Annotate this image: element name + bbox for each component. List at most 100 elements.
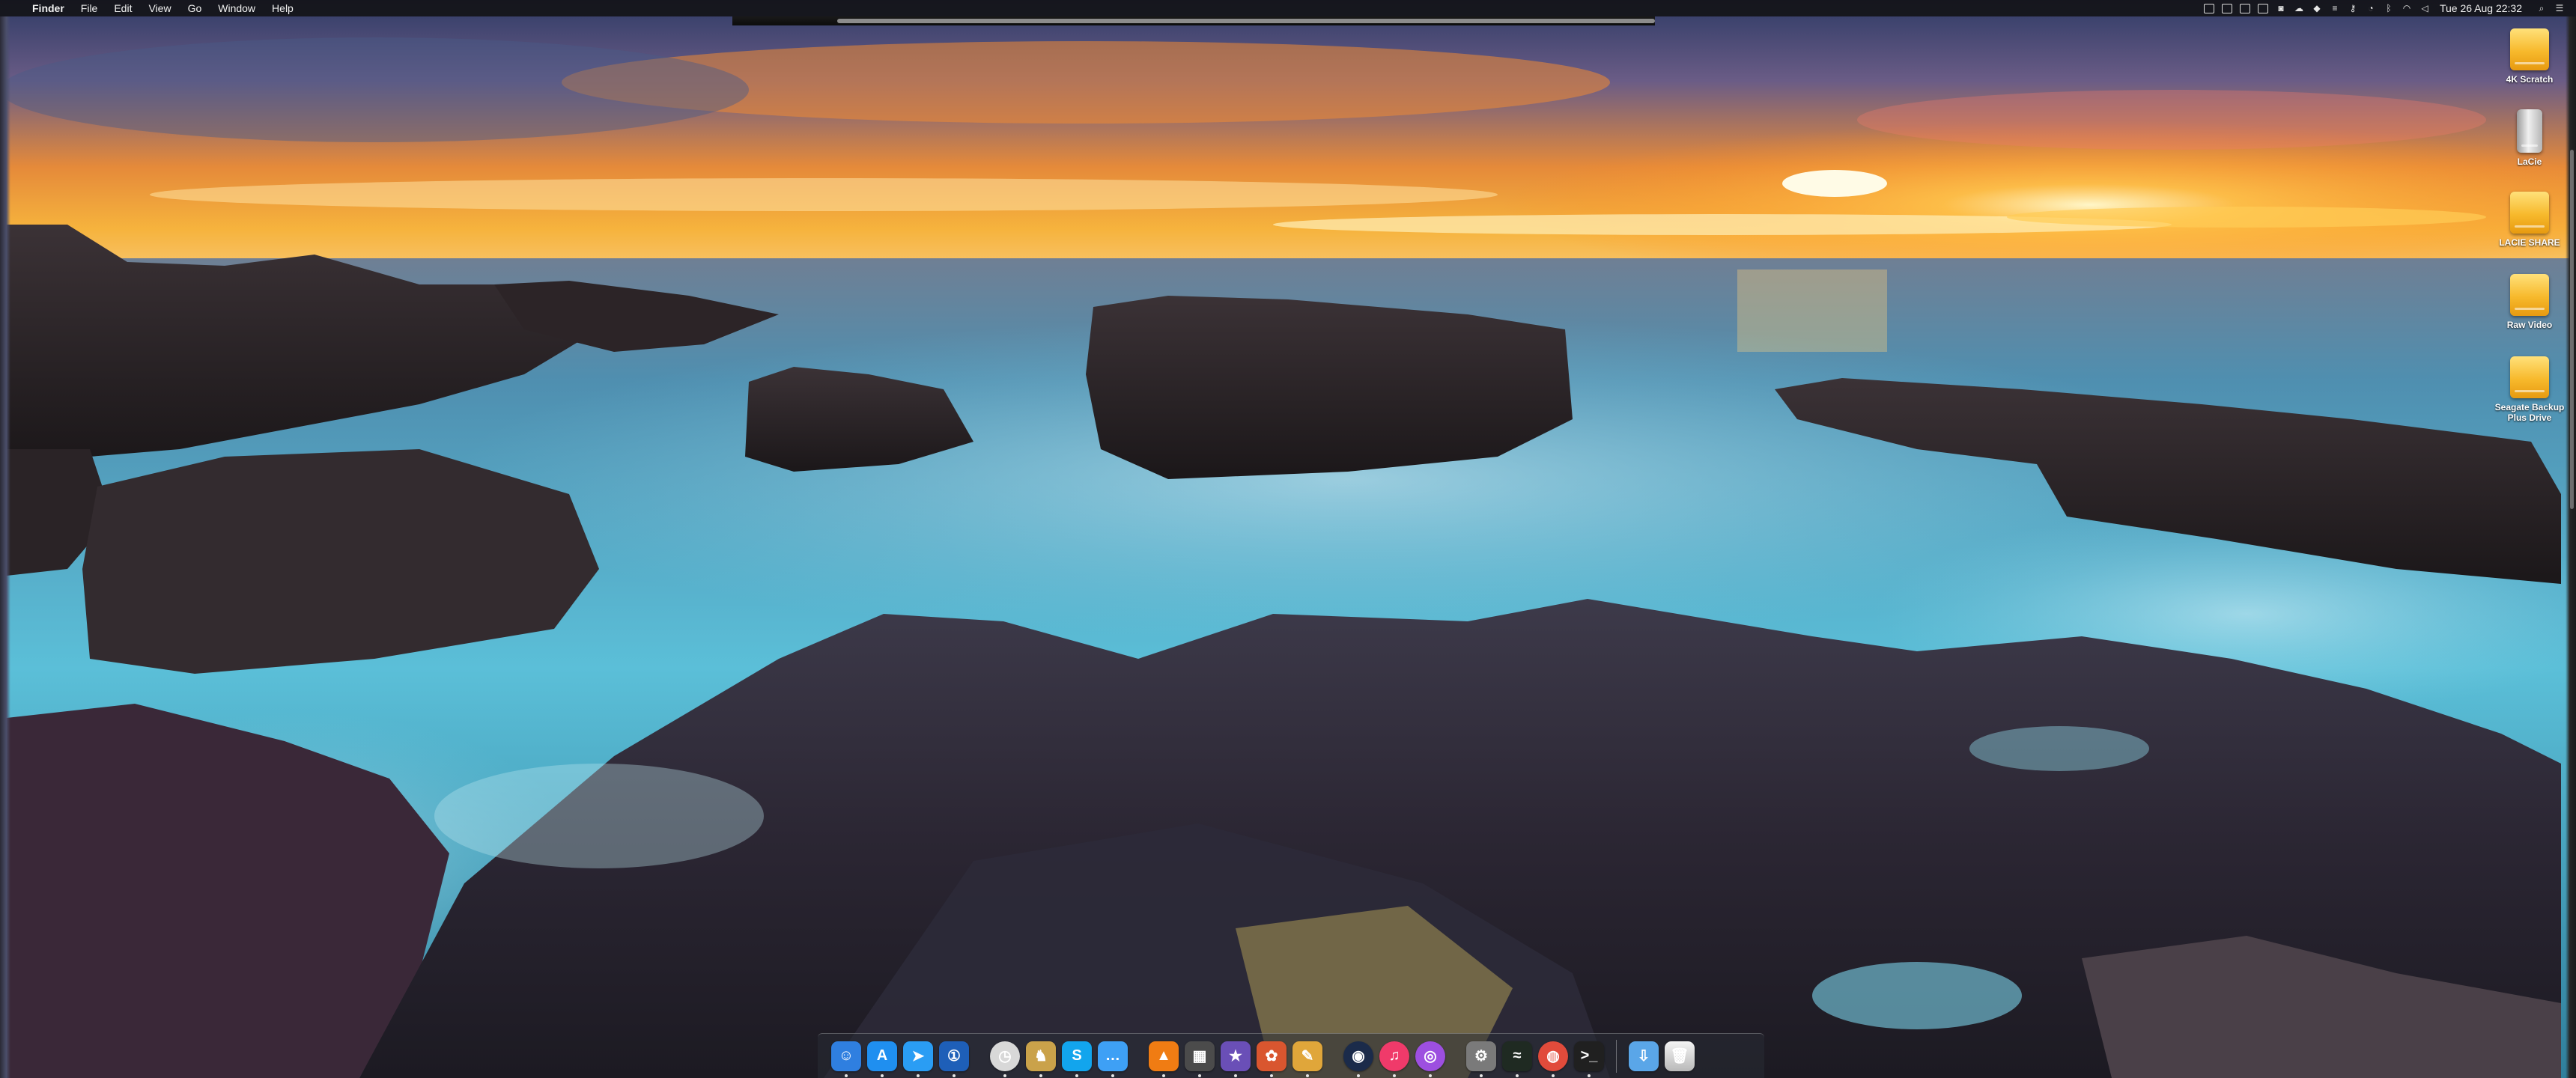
drive-yellow-icon (2510, 192, 2549, 234)
window-edge-left (0, 16, 10, 1078)
dock-item-cyberduck[interactable]: ♞ (1024, 1040, 1057, 1077)
running-indicator (1234, 1074, 1237, 1077)
running-indicator (1039, 1074, 1042, 1077)
dock-item-messages[interactable]: … (1096, 1040, 1129, 1077)
cyberduck-icon: ♞ (1026, 1041, 1056, 1071)
dock-item-scripts[interactable]: ✎ (1291, 1040, 1324, 1077)
dock: ☺ A ➤ ① ◷ ♞ S… ▲ ▦ ★ ✿ ✎ ◉ ♫ ◎ ⚙ ≈ ◍ >_ ⇩ 🗑 (818, 1033, 1764, 1078)
desktop-drive-4k-scratch[interactable]: 4K Scratch (2485, 28, 2575, 85)
final-cut-icon: ▦ (1185, 1041, 1215, 1071)
running-indicator (1588, 1074, 1591, 1077)
dock-item-activity-monitor[interactable]: ≈ (1501, 1040, 1534, 1077)
drive-silver-icon (2517, 109, 2542, 153)
itunes-icon: ♫ (1379, 1041, 1409, 1071)
podcasts-icon: ◎ (1415, 1041, 1445, 1071)
messages-icon: … (1098, 1041, 1128, 1071)
running-indicator (1162, 1074, 1165, 1077)
desktop-drive-lacie[interactable]: LaCie (2485, 109, 2575, 167)
drive-label: Raw Video (2506, 320, 2553, 330)
volume-status-icon[interactable]: ◁ (2416, 0, 2434, 16)
dock-item-vlc[interactable]: ▲ (1147, 1040, 1180, 1077)
key-status-icon[interactable]: ⚷ (2344, 0, 2362, 16)
downloads-folder-icon: ⇩ (1629, 1041, 1659, 1071)
dock-separator (1616, 1039, 1617, 1073)
camera-status-icon[interactable]: ◙ (2272, 0, 2290, 16)
wallpaper-image (0, 0, 2576, 1078)
dock-item-podcasts[interactable]: ◎ (1414, 1040, 1447, 1077)
dock-item-clock[interactable]: ◷ (988, 1040, 1021, 1077)
running-indicator (1480, 1074, 1483, 1077)
1password-icon: ① (939, 1041, 969, 1071)
menu-help[interactable]: Help (264, 0, 302, 16)
running-indicator (1003, 1074, 1006, 1077)
dock-item-chrome[interactable]: ◍ (1537, 1040, 1570, 1077)
running-indicator (1357, 1074, 1360, 1077)
dock-item-itunes[interactable]: ♫ (1378, 1040, 1411, 1077)
photo-app-icon: ✿ (1257, 1041, 1287, 1071)
dock-item-trash[interactable]: 🗑 (1663, 1040, 1696, 1073)
safari-icon: ➤ (903, 1041, 933, 1071)
spotlight-search-icon[interactable]: ⌕ (2533, 0, 2551, 16)
running-indicator (1429, 1074, 1432, 1077)
running-indicator (953, 1074, 956, 1077)
dock-item-imovie[interactable]: ★ (1219, 1040, 1252, 1077)
display-status-icon[interactable] (2236, 0, 2254, 16)
running-indicator (1075, 1074, 1078, 1077)
steam-icon: ◉ (1343, 1041, 1373, 1071)
running-indicator (917, 1074, 920, 1077)
dock-item-safari[interactable]: ➤ (902, 1040, 935, 1077)
notification-center-icon[interactable]: ☰ (2551, 0, 2569, 16)
trash-icon: 🗑 (1665, 1041, 1695, 1071)
running-indicator (1516, 1074, 1519, 1077)
chrome-icon: ◍ (1538, 1041, 1568, 1071)
dock-item-1password[interactable]: ① (938, 1040, 970, 1077)
running-indicator (1111, 1074, 1114, 1077)
app-store-icon: A (867, 1041, 897, 1071)
dock-item-photo-app[interactable]: ✿ (1255, 1040, 1288, 1077)
menu-view[interactable]: View (140, 0, 179, 16)
running-indicator (845, 1074, 848, 1077)
dock-item-skype[interactable]: S (1060, 1040, 1093, 1077)
bluetooth-status-icon[interactable]: ᛒ (2380, 0, 2398, 16)
activity-monitor-icon: ≈ (1502, 1041, 1532, 1071)
wifi-status-icon[interactable]: ◠ (2398, 0, 2416, 16)
desktop[interactable]: Finder File Edit View Go Window Help ◙ ☁… (0, 0, 2576, 1078)
drive-yellow-icon (2510, 274, 2549, 316)
menu-go[interactable]: Go (180, 0, 210, 16)
menu-status-icon[interactable]: ≡ (2326, 0, 2344, 16)
notes-status-icon[interactable] (2200, 0, 2218, 16)
system-preferences-icon: ⚙ (1466, 1041, 1496, 1071)
desktop-drive-lacie-share[interactable]: LACIE SHARE (2485, 192, 2575, 248)
dock-apps: ☺ A ➤ ① ◷ ♞ S… ▲ ▦ ★ ✿ ✎ ◉ ♫ ◎ ⚙ ≈ ◍ >_ (830, 1040, 1609, 1077)
desktop-drive-seagate-backup[interactable]: Seagate Backup Plus Drive (2485, 356, 2575, 423)
dropbox-status-icon[interactable]: ◆ (2308, 0, 2326, 16)
dock-item-system-preferences[interactable]: ⚙ (1465, 1040, 1498, 1077)
dock-item-steam[interactable]: ◉ (1342, 1040, 1375, 1077)
app-menu-finder[interactable]: Finder (24, 0, 73, 16)
screen-status-icon[interactable] (2254, 0, 2272, 16)
menu-window[interactable]: Window (210, 0, 264, 16)
finder-icon: ☺ (831, 1041, 861, 1071)
drive-label: LACIE SHARE (2499, 237, 2560, 248)
dock-item-downloads[interactable]: ⇩ (1627, 1040, 1660, 1073)
menubar-clock[interactable]: Tue 26 Aug 22:32 (2434, 0, 2533, 16)
running-indicator (1306, 1074, 1309, 1077)
skype-icon: S (1062, 1041, 1092, 1071)
drive-label: LaCie (2517, 156, 2542, 167)
time-machine-status-icon[interactable]: ◔ (2362, 0, 2380, 16)
running-indicator (1198, 1074, 1201, 1077)
menu-edit[interactable]: Edit (106, 0, 140, 16)
running-indicator (881, 1074, 884, 1077)
menu-file[interactable]: File (73, 0, 106, 16)
horizontal-scrollbar[interactable] (837, 19, 1655, 23)
drive-label: Seagate Backup Plus Drive (2494, 402, 2565, 423)
dock-item-terminal[interactable]: >_ (1573, 1040, 1606, 1077)
desktop-drive-raw-video[interactable]: Raw Video (2485, 274, 2575, 330)
running-indicator (1270, 1074, 1273, 1077)
dock-item-app-store[interactable]: A (866, 1040, 899, 1077)
clock-icon: ◷ (990, 1041, 1020, 1071)
dock-item-finder[interactable]: ☺ (830, 1040, 863, 1077)
document-status-icon[interactable] (2218, 0, 2236, 16)
cloud-status-icon[interactable]: ☁ (2290, 0, 2308, 16)
dock-item-final-cut[interactable]: ▦ (1183, 1040, 1216, 1077)
